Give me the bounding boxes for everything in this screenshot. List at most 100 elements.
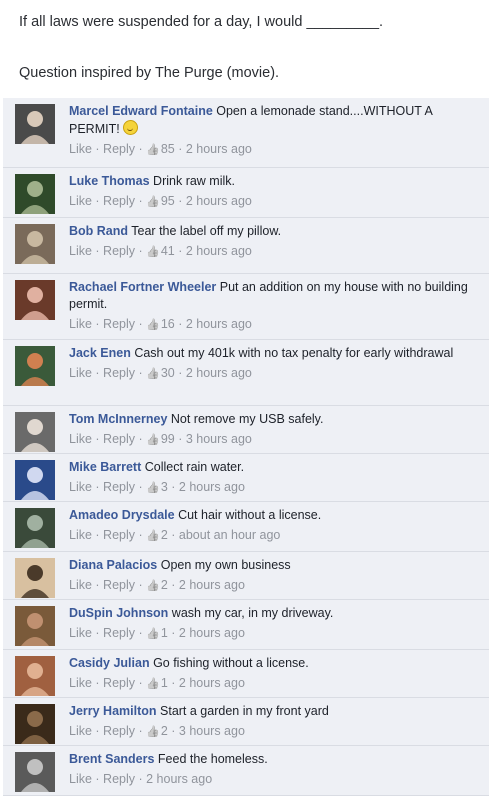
timestamp-link[interactable]: 2 hours ago xyxy=(146,772,212,786)
comment-actions: Like · Reply · 👍1 · 2 hours ago xyxy=(69,624,481,643)
reply-link[interactable]: Reply xyxy=(103,142,135,156)
like-link[interactable]: Like xyxy=(69,432,92,446)
timestamp-link[interactable]: 3 hours ago xyxy=(186,432,252,446)
timestamp-link[interactable]: 2 hours ago xyxy=(186,317,252,331)
like-link[interactable]: Like xyxy=(69,480,92,494)
thumbs-up-icon: 👍 xyxy=(146,434,160,446)
commenter-name-link[interactable]: Jack Enen xyxy=(69,346,131,360)
like-count[interactable]: 16 xyxy=(161,317,175,331)
timestamp-link[interactable]: 2 hours ago xyxy=(186,366,252,380)
like-link[interactable]: Like xyxy=(69,528,92,542)
comment: Bob Rand Tear the label off my pillow. Li… xyxy=(3,218,489,274)
commenter-name-link[interactable]: Diana Palacios xyxy=(69,558,157,572)
avatar[interactable] xyxy=(15,656,55,696)
reply-link[interactable]: Reply xyxy=(103,432,135,446)
avatar[interactable] xyxy=(15,752,55,792)
avatar[interactable] xyxy=(15,280,55,320)
comment-body: Rachael Fortner Wheeler Put an addition … xyxy=(69,279,481,334)
commenter-name-link[interactable]: Bob Rand xyxy=(69,224,128,238)
thumbs-up-icon: 👍 xyxy=(146,319,160,331)
avatar[interactable] xyxy=(15,460,55,500)
timestamp-link[interactable]: 2 hours ago xyxy=(186,244,252,258)
avatar[interactable] xyxy=(15,704,55,744)
post-header: If all laws were suspended for a day, I … xyxy=(0,0,496,96)
comment-text: Go fishing without a license. xyxy=(149,656,309,670)
like-count[interactable]: 2 xyxy=(161,578,168,592)
like-count[interactable]: 95 xyxy=(161,194,175,208)
comment-text: Open my own business xyxy=(157,558,291,572)
reply-link[interactable]: Reply xyxy=(103,366,135,380)
avatar[interactable] xyxy=(15,224,55,264)
commenter-name-link[interactable]: Marcel Edward Fontaine xyxy=(69,104,213,118)
like-link[interactable]: Like xyxy=(69,724,92,738)
timestamp-link[interactable]: 2 hours ago xyxy=(186,194,252,208)
commenter-name-link[interactable]: DuSpin Johnson xyxy=(69,606,168,620)
commenter-name-link[interactable]: Rachael Fortner Wheeler xyxy=(69,280,216,294)
like-count[interactable]: 30 xyxy=(161,366,175,380)
timestamp-link[interactable]: 2 hours ago xyxy=(179,480,245,494)
like-count[interactable]: 1 xyxy=(161,676,168,690)
timestamp-link[interactable]: 3 hours ago xyxy=(179,724,245,738)
comment-body: Luke Thomas Drink raw milk. Like · Reply … xyxy=(69,173,481,211)
reply-link[interactable]: Reply xyxy=(103,244,135,258)
reply-link[interactable]: Reply xyxy=(103,676,135,690)
avatar[interactable] xyxy=(15,558,55,598)
timestamp-link[interactable]: about an hour ago xyxy=(179,528,280,542)
reply-link[interactable]: Reply xyxy=(103,194,135,208)
like-count[interactable]: 85 xyxy=(161,142,175,156)
reply-link[interactable]: Reply xyxy=(103,528,135,542)
like-link[interactable]: Like xyxy=(69,366,92,380)
comment-body: Bob Rand Tear the label off my pillow. Li… xyxy=(69,223,481,261)
timestamp-link[interactable]: 2 hours ago xyxy=(179,676,245,690)
like-count[interactable]: 2 xyxy=(161,724,168,738)
commenter-name-link[interactable]: Casidy Julian xyxy=(69,656,150,670)
avatar[interactable] xyxy=(15,412,55,452)
avatar[interactable] xyxy=(15,174,55,214)
like-link[interactable]: Like xyxy=(69,626,92,640)
reply-link[interactable]: Reply xyxy=(103,724,135,738)
reply-link[interactable]: Reply xyxy=(103,626,135,640)
thumbs-up-icon: 👍 xyxy=(146,628,160,640)
like-link[interactable]: Like xyxy=(69,244,92,258)
reply-link[interactable]: Reply xyxy=(103,578,135,592)
commenter-name-link[interactable]: Mike Barrett xyxy=(69,460,141,474)
comment-text: Tear the label off my pillow. xyxy=(128,224,282,238)
avatar[interactable] xyxy=(15,606,55,646)
commenter-name-link[interactable]: Amadeo Drysdale xyxy=(69,508,175,522)
avatar[interactable] xyxy=(15,508,55,548)
like-link[interactable]: Like xyxy=(69,317,92,331)
commenter-name-link[interactable]: Jerry Hamilton xyxy=(69,704,157,718)
like-count[interactable]: 2 xyxy=(161,528,168,542)
thumbs-up-icon: 👍 xyxy=(146,368,160,380)
like-link[interactable]: Like xyxy=(69,142,92,156)
like-link[interactable]: Like xyxy=(69,194,92,208)
comment-actions: Like · Reply · 👍30 · 2 hours ago xyxy=(69,364,481,383)
smile-emoji-icon xyxy=(122,120,138,135)
reply-link[interactable]: Reply xyxy=(103,480,135,494)
comment-text: wash my car, in my driveway. xyxy=(168,606,334,620)
comment-text: Cash out my 401k with no tax penalty for… xyxy=(130,346,454,360)
comment-body: Casidy Julian Go fishing without a licen… xyxy=(69,655,481,693)
comment-text: Start a garden in my front yard xyxy=(156,704,329,718)
timestamp-link[interactable]: 2 hours ago xyxy=(179,578,245,592)
commenter-name-link[interactable]: Tom McInnerney xyxy=(69,412,167,426)
reply-link[interactable]: Reply xyxy=(103,772,135,786)
like-link[interactable]: Like xyxy=(69,676,92,690)
comment-body: Marcel Edward Fontaine Open a lemonade s… xyxy=(69,103,481,159)
commenter-name-link[interactable]: Brent Sanders xyxy=(69,752,154,766)
avatar[interactable] xyxy=(15,104,55,144)
like-count[interactable]: 99 xyxy=(161,432,175,446)
commenter-name-link[interactable]: Luke Thomas xyxy=(69,174,150,188)
timestamp-link[interactable]: 2 hours ago xyxy=(186,142,252,156)
reply-link[interactable]: Reply xyxy=(103,317,135,331)
comment-actions: Like · Reply · 👍99 · 3 hours ago xyxy=(69,430,481,449)
like-count[interactable]: 41 xyxy=(161,244,175,258)
like-count[interactable]: 1 xyxy=(161,626,168,640)
like-link[interactable]: Like xyxy=(69,772,92,786)
avatar[interactable] xyxy=(15,346,55,386)
comment-content: Marcel Edward Fontaine Open a lemonade s… xyxy=(69,103,481,138)
timestamp-link[interactable]: 2 hours ago xyxy=(179,626,245,640)
like-count[interactable]: 3 xyxy=(161,480,168,494)
like-link[interactable]: Like xyxy=(69,578,92,592)
thumbs-up-icon: 👍 xyxy=(146,196,160,208)
